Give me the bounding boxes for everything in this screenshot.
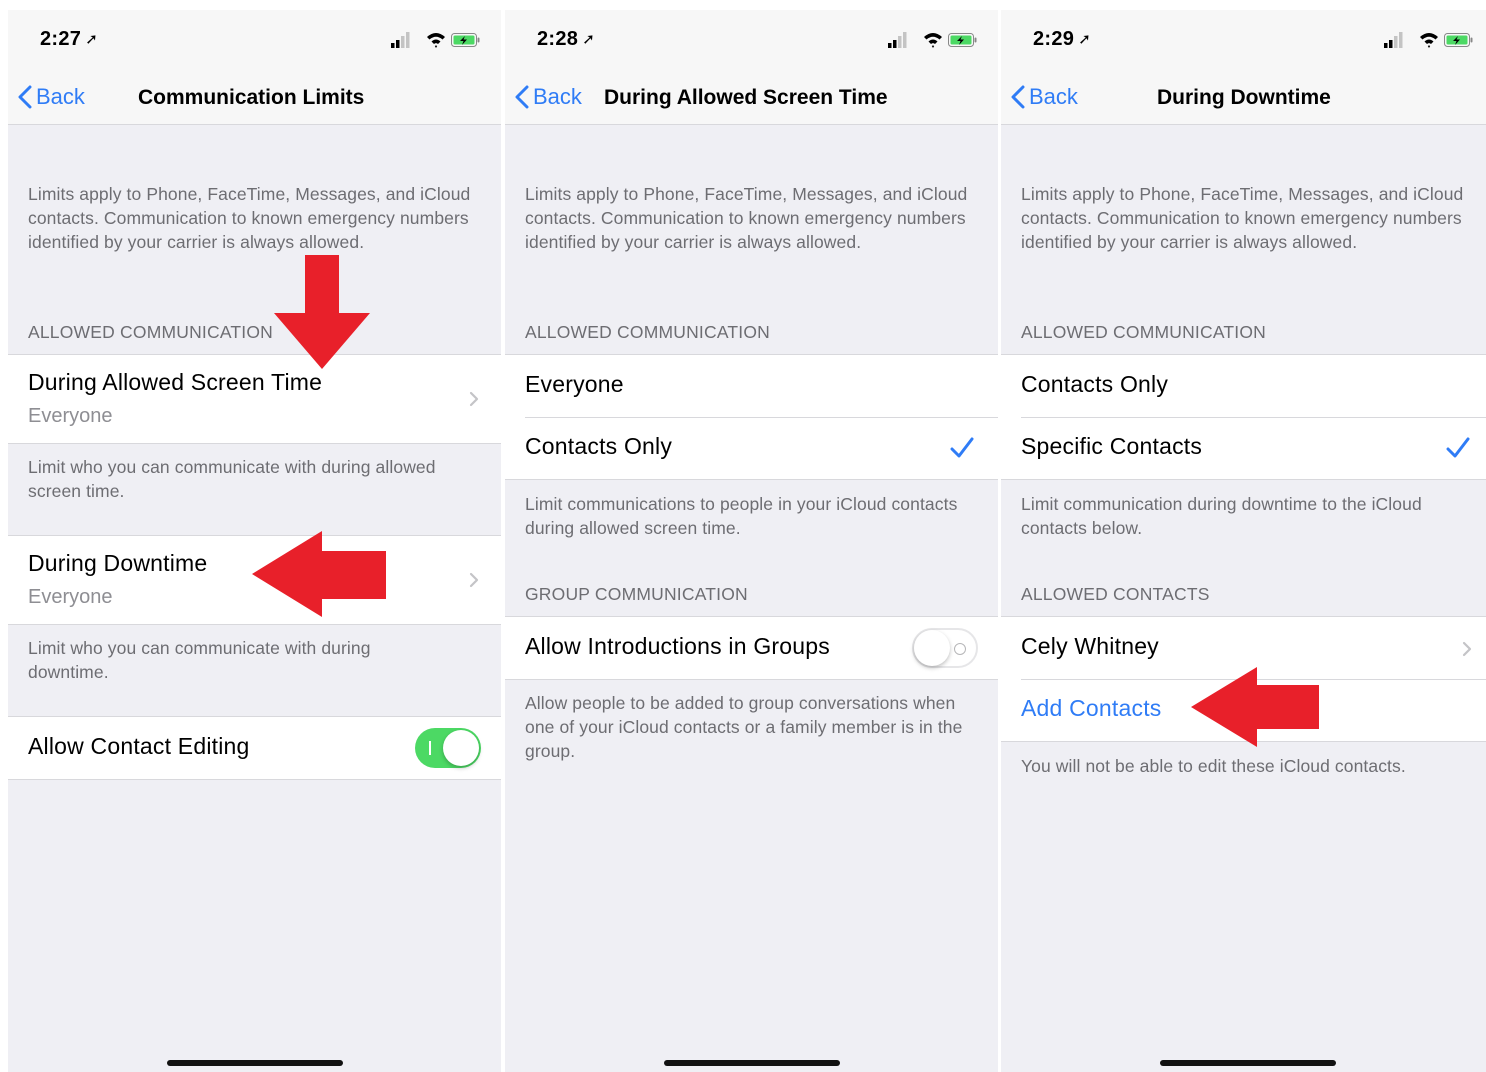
wifi-icon bbox=[924, 33, 942, 48]
cell-value: Everyone bbox=[28, 586, 113, 608]
options-footer: Limit communications to people in your i… bbox=[525, 494, 958, 538]
status-time: 2:27 ➚ bbox=[40, 28, 99, 50]
back-label: Back bbox=[533, 84, 582, 109]
back-button[interactable]: Back bbox=[18, 80, 85, 114]
checkmark-icon bbox=[950, 437, 974, 458]
status-time: 2:28 ➚ bbox=[537, 28, 596, 50]
back-label: Back bbox=[1029, 84, 1078, 109]
home-indicator bbox=[1160, 1060, 1336, 1066]
contact-editing-group: Allow Contact Editing bbox=[8, 716, 501, 780]
status-icons bbox=[888, 32, 977, 48]
chevron-left-icon bbox=[515, 85, 529, 109]
red-arrow-left-annotation bbox=[252, 531, 386, 617]
signal-icon bbox=[888, 32, 907, 48]
during-allowed-screen-time-cell[interactable]: During Allowed Screen Time Everyone bbox=[8, 355, 501, 443]
allow-contact-editing-toggle[interactable] bbox=[415, 728, 481, 768]
nav-bar: Back During Allowed Screen Time bbox=[505, 72, 998, 125]
chevron-right-icon bbox=[1462, 641, 1472, 657]
status-bar: 2:28 ➚ bbox=[505, 10, 998, 72]
wifi-icon bbox=[427, 33, 445, 48]
option-label: Specific Contacts bbox=[1021, 433, 1203, 459]
allow-introductions-toggle[interactable] bbox=[912, 628, 978, 668]
page-title: Communication Limits bbox=[138, 86, 365, 109]
option-contacts-only[interactable]: Contacts Only bbox=[505, 417, 998, 479]
intro-text: Limits apply to Phone, FaceTime, Message… bbox=[28, 184, 471, 252]
cell-value: Everyone bbox=[28, 405, 113, 427]
option-label: Everyone bbox=[525, 371, 624, 397]
toggle-on-indicator bbox=[429, 741, 431, 755]
page-title: During Allowed Screen Time bbox=[604, 86, 888, 109]
allowed-communication-options: Contacts Only Specific Contacts bbox=[1001, 354, 1486, 480]
screen-time-footer: Limit who you can communicate with durin… bbox=[28, 457, 436, 501]
back-button[interactable]: Back bbox=[1011, 80, 1078, 114]
red-arrow-down-annotation bbox=[274, 255, 370, 369]
location-arrow-icon: ➚ bbox=[1078, 31, 1092, 48]
options-footer: Limit communication during downtime to t… bbox=[1021, 494, 1422, 538]
option-specific-contacts[interactable]: Specific Contacts bbox=[1001, 417, 1486, 479]
downtime-footer: Limit who you can communicate with durin… bbox=[28, 638, 371, 682]
allowed-communication-options: Everyone Contacts Only bbox=[505, 354, 998, 480]
section-header: ALLOWED COMMUNICATION bbox=[28, 322, 273, 342]
back-button[interactable]: Back bbox=[515, 80, 582, 114]
screen-during-downtime: 2:29 ➚ Back During Downtime Limits apply … bbox=[1001, 10, 1486, 1072]
option-label: Contacts Only bbox=[525, 433, 673, 459]
toggle-knob bbox=[914, 630, 950, 666]
wifi-icon bbox=[1420, 33, 1438, 48]
cell-title: Allow Contact Editing bbox=[28, 733, 250, 759]
home-indicator bbox=[167, 1060, 343, 1066]
nav-bar: Back Communication Limits bbox=[8, 72, 501, 125]
chevron-left-icon bbox=[18, 85, 32, 109]
home-indicator bbox=[664, 1060, 840, 1066]
signal-icon bbox=[1384, 32, 1403, 48]
option-contacts-only[interactable]: Contacts Only bbox=[1001, 355, 1486, 417]
cell-title: Allow Introductions in Groups bbox=[525, 633, 830, 659]
status-icons bbox=[1384, 32, 1473, 48]
allowed-contacts-header: ALLOWED CONTACTS bbox=[1021, 584, 1210, 604]
cell-title: During Allowed Screen Time bbox=[28, 369, 323, 395]
status-bar: 2:27 ➚ bbox=[8, 10, 501, 72]
screen-communication-limits: 2:27 ➚ Back Communication Limits Limits a… bbox=[8, 10, 501, 1072]
location-arrow-icon: ➚ bbox=[85, 31, 99, 48]
option-everyone[interactable]: Everyone bbox=[505, 355, 998, 417]
status-bar: 2:29 ➚ bbox=[1001, 10, 1486, 72]
intro-text: Limits apply to Phone, FaceTime, Message… bbox=[525, 184, 968, 252]
status-icons bbox=[391, 32, 480, 48]
location-arrow-icon: ➚ bbox=[582, 31, 596, 48]
screen-time-group: During Allowed Screen Time Everyone bbox=[8, 354, 501, 444]
group-communication-header: GROUP COMMUNICATION bbox=[525, 584, 748, 604]
contact-name: Cely Whitney bbox=[1021, 633, 1159, 659]
page-title: During Downtime bbox=[1157, 86, 1331, 109]
add-contacts-label: Add Contacts bbox=[1021, 695, 1162, 721]
red-arrow-left-annotation bbox=[1191, 667, 1319, 747]
status-time: 2:29 ➚ bbox=[1033, 28, 1092, 50]
back-label: Back bbox=[36, 84, 85, 109]
screen-during-allowed-screen-time: 2:28 ➚ Back During Allowed Screen Time Li… bbox=[505, 10, 998, 1072]
nav-bar: Back During Downtime bbox=[1001, 72, 1486, 125]
toggle-off-indicator bbox=[954, 643, 966, 655]
battery-charging-icon bbox=[948, 33, 977, 47]
allow-introductions-cell: Allow Introductions in Groups bbox=[505, 617, 998, 679]
signal-icon bbox=[391, 32, 410, 48]
checkmark-icon bbox=[1446, 437, 1470, 458]
chevron-left-icon bbox=[1011, 85, 1025, 109]
contacts-footer: You will not be able to edit these iClou… bbox=[1021, 756, 1406, 776]
battery-charging-icon bbox=[451, 33, 480, 47]
battery-charging-icon bbox=[1444, 33, 1473, 47]
chevron-right-icon bbox=[469, 572, 479, 588]
cell-title: During Downtime bbox=[28, 550, 208, 576]
allow-contact-editing-cell: Allow Contact Editing bbox=[8, 717, 501, 779]
intro-text: Limits apply to Phone, FaceTime, Message… bbox=[1021, 184, 1464, 252]
section-header: ALLOWED COMMUNICATION bbox=[525, 322, 770, 342]
section-header: ALLOWED COMMUNICATION bbox=[1021, 322, 1266, 342]
chevron-right-icon bbox=[469, 391, 479, 407]
option-label: Contacts Only bbox=[1021, 371, 1169, 397]
group-communication-footer: Allow people to be added to group conver… bbox=[525, 693, 963, 761]
group-communication-group: Allow Introductions in Groups bbox=[505, 616, 998, 680]
toggle-knob bbox=[443, 730, 479, 766]
